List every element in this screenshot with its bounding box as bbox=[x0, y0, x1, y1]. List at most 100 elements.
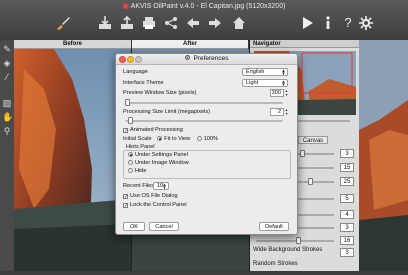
help-icon[interactable]: ? bbox=[339, 14, 357, 32]
slider-knob[interactable] bbox=[308, 178, 313, 185]
language-select[interactable]: English ▲ ▼ bbox=[242, 68, 288, 76]
hints-under-image-option[interactable]: Under Image Window bbox=[128, 160, 189, 166]
decoration-tool-icon[interactable]: ▧ bbox=[2, 98, 12, 108]
minimize-icon[interactable] bbox=[127, 56, 134, 63]
os-file-dialog-checkbox[interactable]: ✓ bbox=[123, 194, 128, 200]
home-icon[interactable] bbox=[230, 14, 248, 32]
preferences-dialog: Preferences Language English ▲ ▼ Interfac… bbox=[115, 53, 298, 235]
window-controls bbox=[119, 56, 143, 67]
wide-strokes-row: Wide Background Strokes 3 bbox=[250, 247, 360, 261]
hints-hide-radio[interactable] bbox=[128, 168, 133, 173]
hints-under-settings-option[interactable]: Under Settings Panel bbox=[128, 152, 188, 158]
close-icon[interactable] bbox=[119, 56, 126, 63]
export-icon[interactable] bbox=[118, 14, 136, 32]
wide-strokes-label: Wide Background Strokes bbox=[253, 247, 323, 253]
tab-after[interactable]: After bbox=[132, 40, 248, 49]
processing-limit-thumb[interactable] bbox=[128, 117, 133, 124]
zoom-icon[interactable] bbox=[135, 56, 142, 63]
wide-strokes-value[interactable]: 3 bbox=[340, 248, 354, 257]
hints-under-image-label: Under Image Window bbox=[135, 160, 189, 166]
brush-icon[interactable] bbox=[54, 14, 72, 32]
animated-processing-label: Animated Processing bbox=[130, 127, 183, 133]
zoom-tool-icon[interactable]: ⚲ bbox=[2, 126, 12, 136]
lock-panel-option[interactable]: ✓ Lock the Control Panel bbox=[123, 202, 187, 209]
param-value[interactable]: 16 bbox=[340, 236, 354, 245]
processing-limit-field[interactable]: 2 bbox=[270, 108, 284, 116]
brush-tool-icon[interactable]: ⁄ bbox=[2, 72, 12, 82]
toolbar: ◉ AKVIS OilPaint v.4.0 - El Capitan.jpg (… bbox=[0, 0, 408, 41]
fit-to-view-label: Fit to View bbox=[164, 136, 191, 142]
random-strokes-label: Random Strokes bbox=[253, 261, 298, 267]
param-value[interactable]: 15 bbox=[340, 163, 354, 172]
print-icon[interactable] bbox=[140, 14, 158, 32]
gear-icon bbox=[185, 55, 191, 60]
run-icon[interactable] bbox=[298, 14, 316, 32]
lock-panel-checkbox[interactable]: ✓ bbox=[123, 203, 128, 209]
back-icon[interactable] bbox=[184, 14, 202, 32]
processing-limit-stepper[interactable]: ▴ ▾ bbox=[284, 108, 289, 116]
import-icon[interactable] bbox=[96, 14, 114, 32]
preview-size-field[interactable]: 300 bbox=[270, 89, 284, 97]
theme-label: Interface Theme bbox=[123, 80, 164, 86]
hints-under-image-radio[interactable] bbox=[128, 160, 133, 165]
theme-select[interactable]: Light ▲ ▼ bbox=[242, 79, 288, 87]
fit-to-view-radio[interactable] bbox=[157, 136, 163, 141]
hints-under-settings-label: Under Settings Panel bbox=[135, 152, 188, 158]
default-button[interactable]: Default bbox=[259, 222, 289, 231]
animated-processing-option[interactable]: ✓ Animated Processing bbox=[123, 127, 183, 134]
param-value[interactable]: 25 bbox=[340, 177, 354, 186]
info-icon[interactable] bbox=[319, 14, 337, 32]
preview-size-label: Preview Window Size (pixels) bbox=[123, 90, 197, 96]
dialog-title: Preferences bbox=[193, 55, 229, 62]
param-value[interactable]: 3 bbox=[340, 223, 354, 232]
language-value: English bbox=[246, 69, 265, 75]
app-name: AKVIS OilPaint v.4.0 bbox=[130, 3, 195, 10]
hints-under-settings-radio[interactable] bbox=[128, 152, 133, 157]
paint-tool-icon[interactable]: ✎ bbox=[2, 44, 12, 54]
hints-hide-option[interactable]: Hide bbox=[128, 168, 147, 174]
recent-files-select[interactable]: 10 ▲ ▼ bbox=[153, 182, 169, 190]
animated-processing-checkbox[interactable]: ✓ bbox=[123, 128, 128, 134]
initial-scale-label: Initial Scale bbox=[123, 136, 152, 142]
file-name: - El Capitan.jpg (5120x3200) bbox=[194, 3, 286, 10]
desktop-background bbox=[359, 40, 408, 271]
random-strokes-row: Random Strokes bbox=[250, 261, 360, 275]
settings-icon[interactable] bbox=[357, 14, 375, 32]
share-icon[interactable] bbox=[162, 14, 180, 32]
preview-size-thumb[interactable] bbox=[125, 99, 130, 106]
param-slider[interactable] bbox=[256, 240, 334, 242]
tab-before[interactable]: Before bbox=[14, 40, 131, 49]
hand-tool-icon[interactable]: ✋ bbox=[2, 112, 13, 122]
processing-limit-slider[interactable] bbox=[125, 120, 283, 122]
akvis-logo-icon: ◉ bbox=[122, 3, 129, 10]
before-image[interactable] bbox=[14, 49, 131, 271]
param-value[interactable]: 4 bbox=[340, 210, 354, 219]
preview-size-slider[interactable] bbox=[125, 102, 283, 104]
fit-to-view-option[interactable]: Fit to View bbox=[157, 136, 190, 142]
theme-value: Light bbox=[246, 80, 259, 86]
os-file-dialog-option[interactable]: ✓ Use OS File Dialog bbox=[123, 193, 178, 200]
ok-button[interactable]: OK bbox=[123, 222, 145, 231]
slider-knob[interactable] bbox=[296, 237, 301, 244]
cancel-button[interactable]: Cancel bbox=[149, 222, 179, 231]
param-value[interactable]: 3 bbox=[340, 149, 354, 158]
slider-knob[interactable] bbox=[300, 150, 305, 157]
lock-panel-label: Lock the Control Panel bbox=[130, 202, 187, 208]
forward-icon[interactable] bbox=[206, 14, 224, 32]
chevron-updown-icon: ▲ ▼ bbox=[162, 182, 167, 190]
scale-100-radio[interactable] bbox=[196, 136, 202, 141]
preview-size-stepper[interactable]: ▴ ▾ bbox=[284, 89, 289, 97]
param-value[interactable]: 5 bbox=[340, 194, 354, 203]
os-file-dialog-label: Use OS File Dialog bbox=[130, 193, 178, 199]
eraser-tool-icon[interactable]: ◈ bbox=[2, 58, 12, 68]
tab-canvas[interactable]: Canvas bbox=[298, 136, 328, 144]
dialog-titlebar: Preferences bbox=[116, 54, 297, 65]
scale-100-option[interactable]: 100% bbox=[196, 136, 218, 142]
processing-limit-label: Processing Size Limit (megapixels) bbox=[123, 109, 211, 115]
tool-strip: ✎ ◈ ⁄ ▧ ✋ ⚲ bbox=[0, 40, 15, 271]
chevron-updown-icon: ▲ ▼ bbox=[281, 68, 286, 76]
language-label: Language bbox=[123, 69, 148, 75]
window-title: ◉ AKVIS OilPaint v.4.0 - El Capitan.jpg (… bbox=[0, 2, 408, 10]
navigator-header: Navigator bbox=[250, 40, 360, 48]
app-window: ◉ AKVIS OilPaint v.4.0 - El Capitan.jpg (… bbox=[0, 0, 408, 271]
